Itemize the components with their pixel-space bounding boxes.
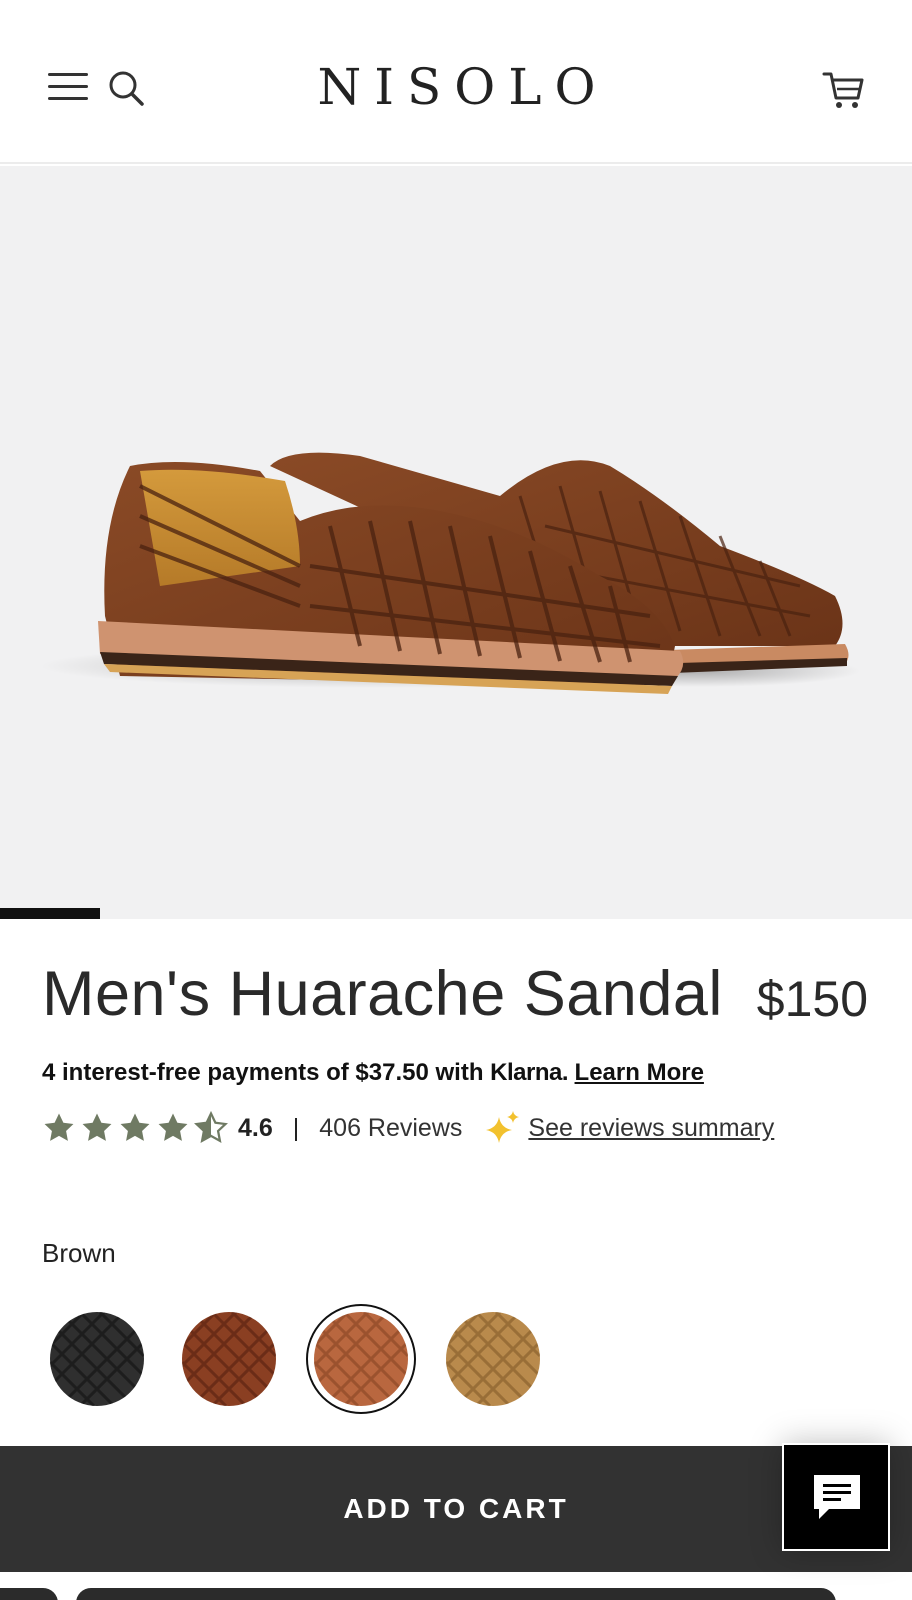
star-full-icon	[82, 1113, 112, 1141]
star-rating[interactable]	[42, 1111, 228, 1145]
star-full-icon	[44, 1113, 74, 1141]
product-image[interactable]	[0, 166, 912, 919]
shopping-cart-icon[interactable]	[822, 68, 866, 112]
learn-more-link[interactable]: Learn More	[575, 1059, 704, 1086]
chat-button[interactable]	[782, 1443, 890, 1551]
bottom-bar-pill	[76, 1588, 836, 1600]
star-full-icon	[120, 1113, 150, 1141]
add-to-cart-button[interactable]: ADD TO CART	[0, 1446, 912, 1572]
site-header: NISOLO	[0, 0, 912, 164]
product-price: $150	[756, 971, 868, 1027]
carousel-progress-indicator	[0, 908, 100, 919]
product-title: Men's Huarache Sandal	[42, 959, 723, 1029]
swatch-brown[interactable]	[314, 1312, 408, 1406]
klarna-brand: Klarna	[490, 1059, 562, 1086]
ai-sparkle-icon	[486, 1111, 520, 1143]
reviews-count-link[interactable]: 406 Reviews	[319, 1114, 462, 1143]
see-reviews-summary-link[interactable]: See reviews summary	[528, 1114, 774, 1143]
rating-separator: |	[292, 1113, 300, 1142]
chat-bubble-icon	[814, 1475, 860, 1519]
add-to-cart-label: ADD TO CART	[343, 1493, 569, 1524]
rating-row: 4.6 | 406 Reviews See reviews summary	[42, 1110, 774, 1146]
bottom-bar-pill-left	[0, 1588, 58, 1600]
star-full-icon	[158, 1113, 188, 1141]
klarna-text: 4 interest-free payments of $37.50 with	[42, 1059, 491, 1086]
swatch-tan[interactable]	[446, 1312, 540, 1406]
swatch-chestnut[interactable]	[182, 1312, 276, 1406]
klarna-payment-info: 4 interest-free payments of $37.50 with …	[42, 1059, 704, 1087]
klarna-period: .	[561, 1059, 569, 1086]
huarache-sandal-image	[40, 452, 860, 694]
selected-color-label: Brown	[42, 1238, 116, 1268]
rating-value: 4.6	[238, 1113, 273, 1142]
swatch-black[interactable]	[50, 1312, 144, 1406]
star-half-icon	[194, 1111, 228, 1144]
brand-logo[interactable]: NISOLO	[0, 58, 912, 116]
